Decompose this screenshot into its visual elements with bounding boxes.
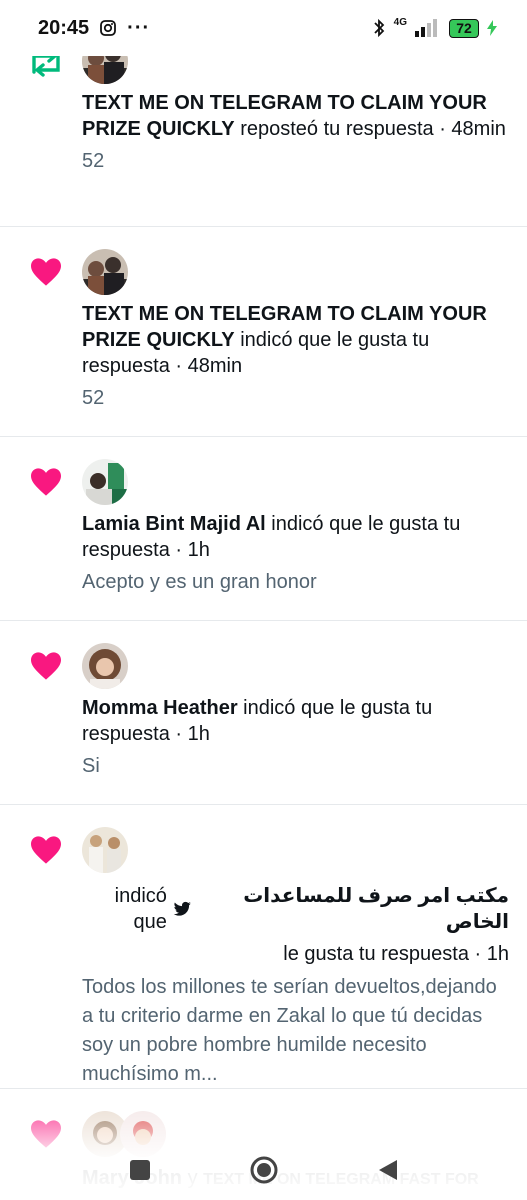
notification-item[interactable]: Momma Heather indicó que le gusta tu res… xyxy=(0,621,527,805)
network-label: 4G xyxy=(393,16,407,28)
notification-detail: Acepto y es un gran honor xyxy=(82,571,317,593)
notification-detail: 52 xyxy=(82,150,105,172)
notification-detail: Todos los millones te serían devueltos,d… xyxy=(82,976,497,1085)
notification-item[interactable]: Lamia Bint Majid Al indicó que le gusta … xyxy=(0,437,527,621)
notification-action: reposteó tu respuesta · 48min xyxy=(240,118,506,140)
battery-icon: 72 xyxy=(449,18,479,38)
heart-icon xyxy=(31,258,61,286)
recents-button[interactable] xyxy=(120,1150,160,1190)
user-name[interactable]: مكتب امر صرف للمساعدات الخاص xyxy=(198,883,509,935)
heart-icon xyxy=(31,652,61,680)
system-nav-bar xyxy=(0,1140,527,1200)
square-icon xyxy=(129,1160,150,1180)
user-name[interactable]: Lamia Bint Majid Al xyxy=(82,513,266,535)
notification-action-cont: le gusta tu respuesta · 1h xyxy=(283,943,509,965)
avatar[interactable] xyxy=(82,459,128,505)
notification-item[interactable]: indicó que مكتب امر صرف للمساعدات الخاص … xyxy=(0,805,527,1089)
back-button[interactable] xyxy=(368,1150,408,1190)
status-bar: 20:45 ··· 4G 72 xyxy=(0,0,527,56)
notifications-feed: TEXT ME ON TELEGRAM TO CLAIM YOUR PRIZE … xyxy=(0,0,527,1200)
home-button[interactable] xyxy=(244,1150,284,1190)
user-name[interactable]: Momma Heather xyxy=(82,697,238,719)
avatar[interactable] xyxy=(82,249,128,295)
avatar[interactable] xyxy=(82,643,128,689)
battery-level: 72 xyxy=(456,20,472,36)
back-triangle-icon xyxy=(378,1160,397,1180)
circle-icon xyxy=(250,1156,277,1184)
bluetooth-icon xyxy=(374,18,384,38)
heart-icon xyxy=(31,836,61,864)
heart-icon xyxy=(31,468,61,496)
notification-detail: 52 xyxy=(82,387,105,409)
clock: 20:45 xyxy=(38,16,90,39)
charging-icon xyxy=(487,20,497,36)
signal-icon xyxy=(415,19,437,37)
more-dots-icon: ··· xyxy=(127,16,151,39)
instagram-icon xyxy=(100,20,117,36)
notification-item[interactable]: TEXT ME ON TELEGRAM TO CLAIM YOUR PRIZE … xyxy=(0,227,527,437)
avatar[interactable] xyxy=(82,827,128,873)
notification-detail: Si xyxy=(82,755,100,777)
twitter-bird-icon xyxy=(173,901,191,916)
notification-action: indicó que xyxy=(114,885,167,933)
